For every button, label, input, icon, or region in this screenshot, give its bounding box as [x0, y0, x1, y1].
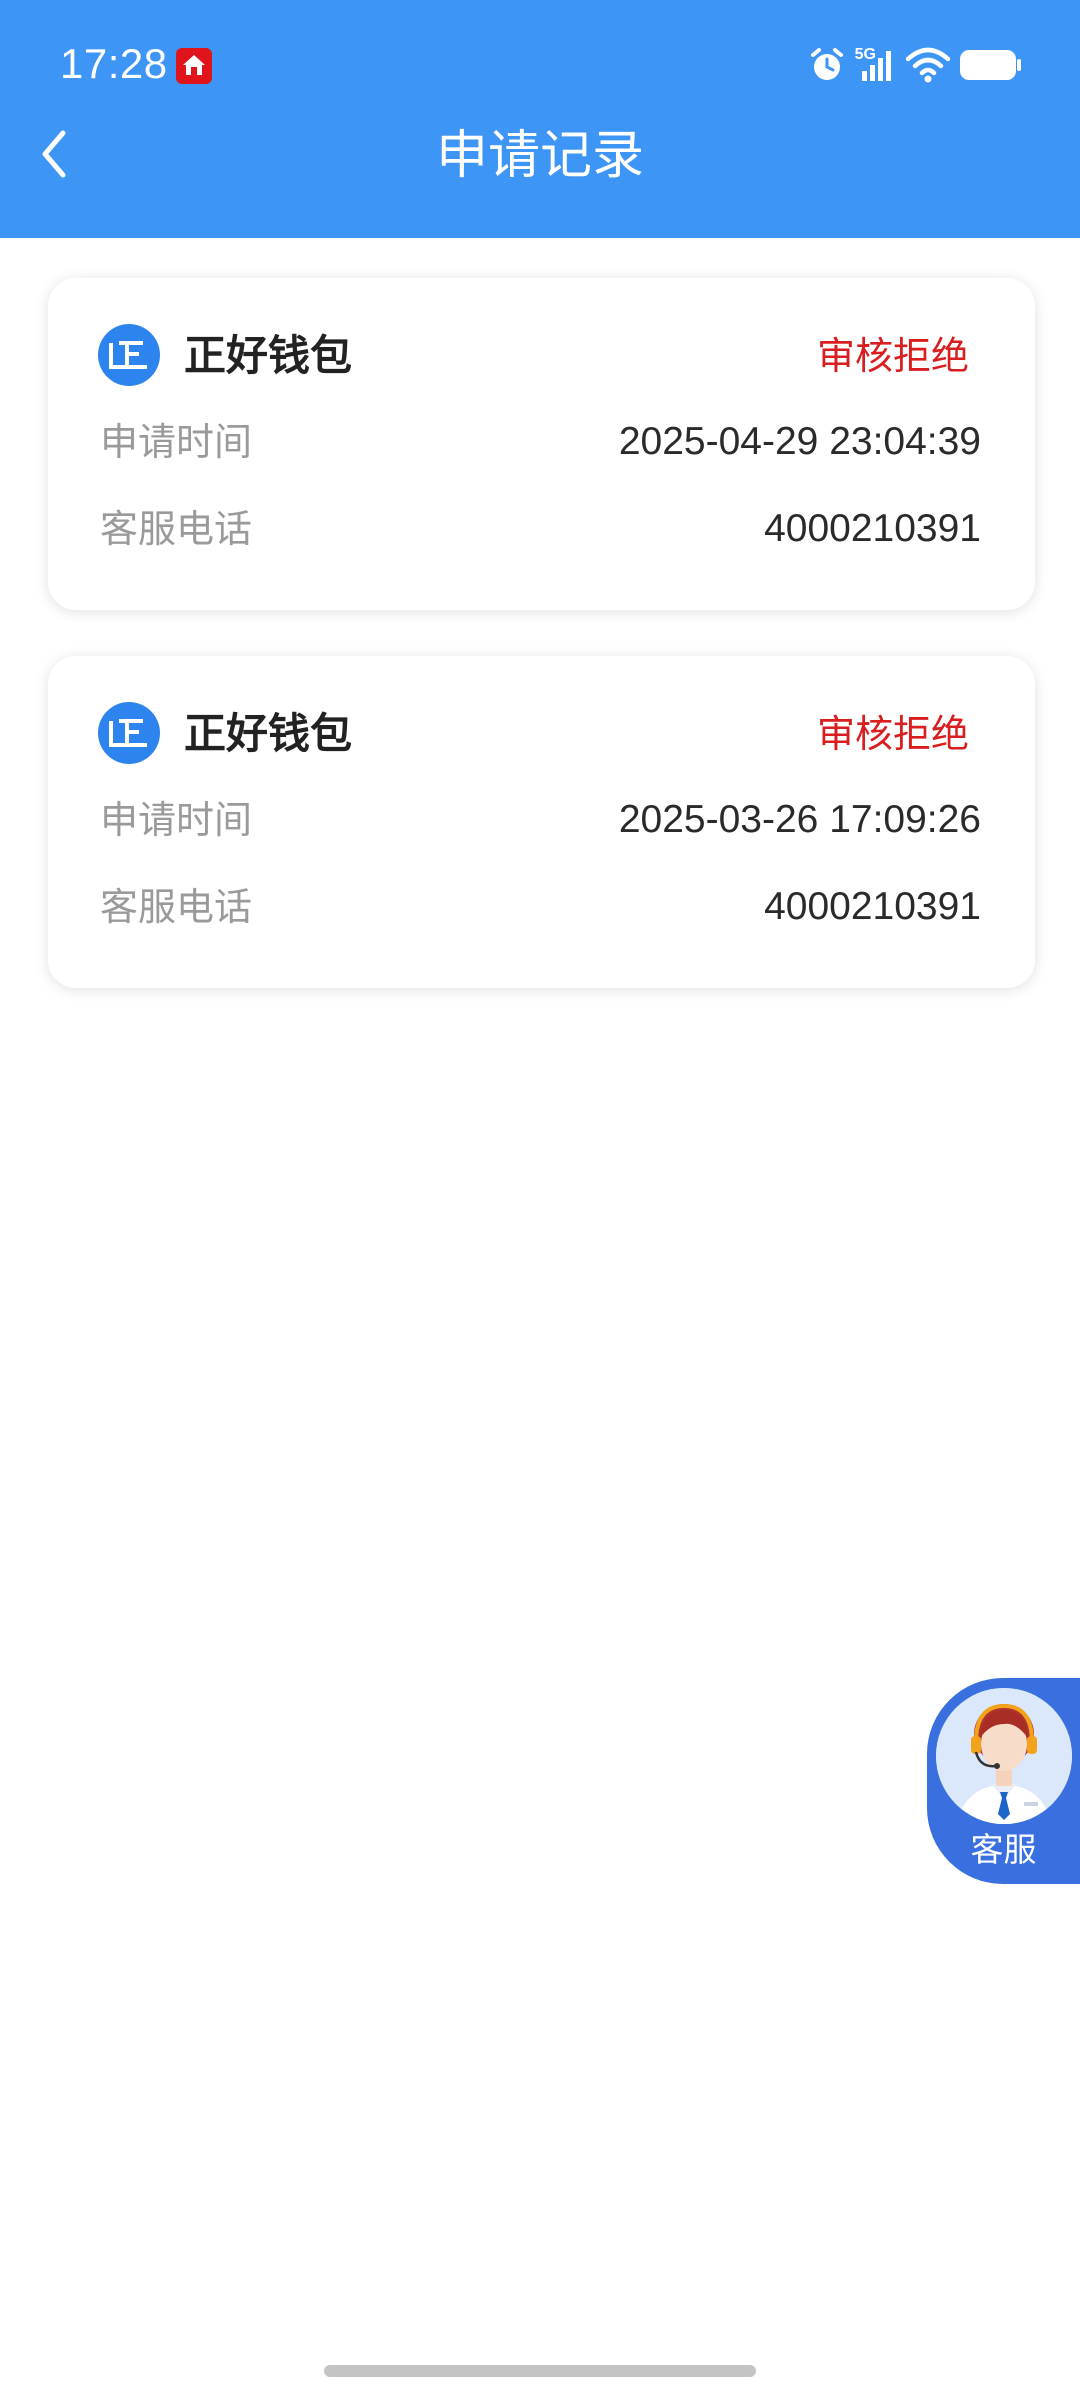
status-badge: 审核拒绝 — [816, 712, 969, 756]
apply-time-value: 2025-04-29 23:04:39 — [618, 420, 981, 463]
record-list: 正好钱包 审核拒绝 申请时间 2025-04-29 23:04:39 客服电话 … — [48, 278, 1035, 1034]
apply-time-value: 2025-03-26 17:09:26 — [618, 798, 981, 841]
app-name: 正好钱包 — [184, 331, 353, 380]
status-time: 17:28 — [60, 40, 168, 87]
customer-service-label: 客服 — [970, 1830, 1037, 1869]
status-badge: 审核拒绝 — [816, 334, 969, 378]
app-logo-icon — [98, 324, 160, 386]
record-card[interactable]: 正好钱包 审核拒绝 申请时间 2025-04-29 23:04:39 客服电话 … — [48, 278, 1035, 610]
home-app-icon — [176, 48, 212, 84]
wifi-icon — [905, 45, 951, 89]
phone-value[interactable]: 4000210391 — [764, 879, 981, 935]
apply-time-label: 申请时间 — [100, 420, 253, 464]
page-title: 申请记录 — [435, 126, 644, 186]
phone-label: 客服电话 — [100, 507, 253, 551]
status-bar: 17:28 5G — [0, 0, 1080, 130]
battery-icon — [958, 45, 1022, 89]
phone-value[interactable]: 4000210391 — [764, 501, 981, 557]
home-indicator[interactable] — [324, 2365, 756, 2377]
customer-service-agent-icon — [936, 1688, 1072, 1824]
status-icons: 5G — [807, 46, 1022, 88]
customer-service-button[interactable]: 客服 — [927, 1678, 1080, 1884]
apply-time-label: 申请时间 — [100, 798, 253, 842]
header: 17:28 5G 申请记录 — [0, 0, 1080, 238]
alarm-icon — [807, 45, 847, 89]
phone-label: 客服电话 — [100, 885, 253, 929]
record-card[interactable]: 正好钱包 审核拒绝 申请时间 2025-03-26 17:09:26 客服电话 … — [48, 656, 1035, 988]
app-name: 正好钱包 — [184, 709, 353, 758]
screen: 17:28 5G 申请记录 正好钱包 审核拒绝 申请时间 2025-04-29 … — [0, 0, 1080, 2400]
network-type: 5G — [854, 46, 876, 63]
app-logo-icon — [98, 702, 160, 764]
